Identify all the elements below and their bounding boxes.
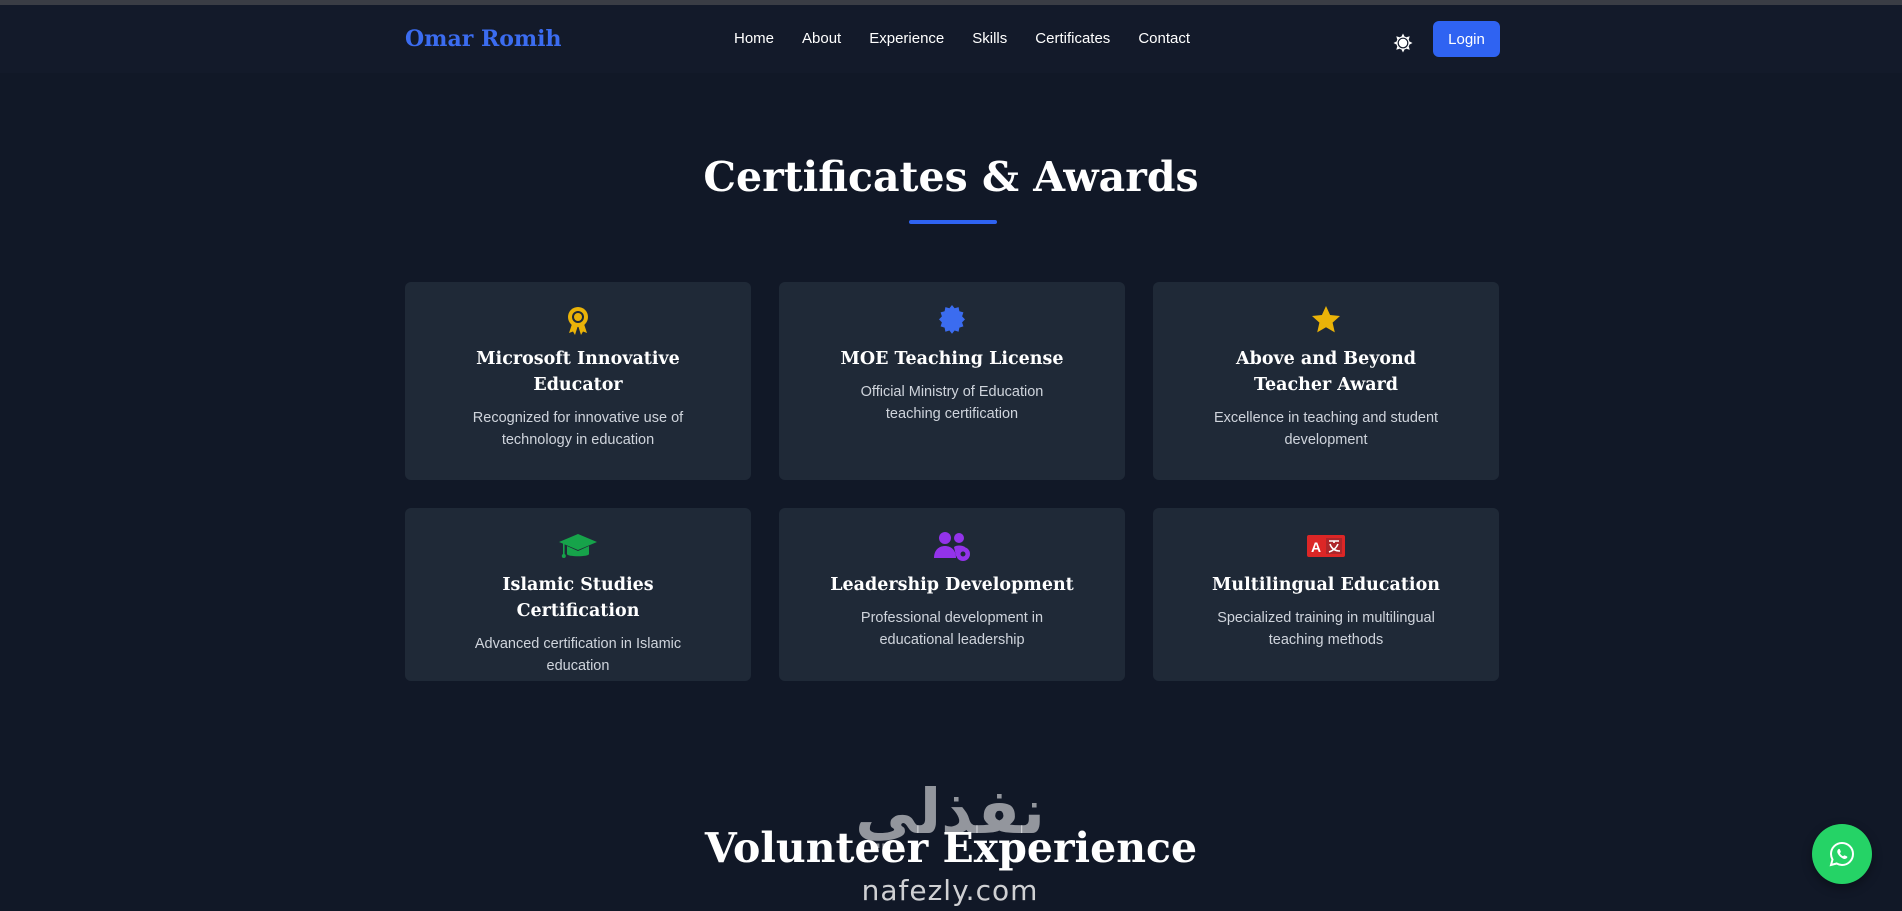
nav-link-home[interactable]: Home xyxy=(734,30,774,47)
whatsapp-icon xyxy=(1829,841,1855,867)
navbar: Omar Romih Home About Experience Skills … xyxy=(0,5,1902,73)
certificates-section-title: Certificates & Awards xyxy=(703,153,1199,201)
certificate-icon xyxy=(939,305,965,334)
card-description: Recognized for innovative use of technol… xyxy=(472,410,684,448)
star-icon xyxy=(1312,306,1340,333)
brand-logo[interactable]: Omar Romih xyxy=(405,26,562,52)
graduation-cap-icon xyxy=(559,534,597,558)
nav-link-contact[interactable]: Contact xyxy=(1138,30,1190,47)
login-button[interactable]: Login xyxy=(1433,21,1500,57)
card-description: Professional development in educational … xyxy=(860,610,1044,648)
language-icon: A xyxy=(1307,535,1345,557)
card-description: Specialized training in multilingual tea… xyxy=(1217,610,1435,648)
certificate-card[interactable]: MOE Teaching License Official Ministry o… xyxy=(779,282,1125,480)
certificate-card[interactable]: A Multilingual Education Specialized tra… xyxy=(1153,508,1499,681)
card-title: Multilingual Education xyxy=(1212,575,1440,595)
certificate-card[interactable]: Microsoft Innovative Educator Recognized… xyxy=(405,282,751,480)
card-title: MOE Teaching License xyxy=(840,349,1064,369)
nav-link-certificates[interactable]: Certificates xyxy=(1035,30,1110,47)
card-title: Leadership Development xyxy=(830,575,1074,595)
card-title: Islamic Studies Certification xyxy=(502,575,654,621)
watermark-latin: nafezly.com xyxy=(861,874,1039,907)
title-underline xyxy=(909,220,997,224)
nav-link-skills[interactable]: Skills xyxy=(972,30,1007,47)
card-description: Official Ministry of Education teaching … xyxy=(860,384,1044,422)
svg-text:A: A xyxy=(1311,539,1321,555)
nav-links: Home About Experience Skills Certificate… xyxy=(734,30,1190,47)
card-description: Advanced certification in Islamic educat… xyxy=(474,636,682,674)
sun-icon[interactable] xyxy=(1393,33,1413,53)
certificate-card[interactable]: Leadership Development Professional deve… xyxy=(779,508,1125,681)
users-cog-icon xyxy=(934,532,970,561)
award-icon xyxy=(568,307,588,335)
card-title: Above and Beyond Teacher Award xyxy=(1236,349,1416,395)
card-title: Microsoft Innovative Educator xyxy=(476,349,680,395)
whatsapp-button[interactable] xyxy=(1812,824,1872,884)
certificates-grid: Microsoft Innovative Educator Recognized… xyxy=(405,282,1500,681)
card-description: Excellence in teaching and student devel… xyxy=(1213,410,1439,448)
certificate-card[interactable]: Islamic Studies Certification Advanced c… xyxy=(405,508,751,681)
nav-link-experience[interactable]: Experience xyxy=(869,30,944,47)
watermark-arabic: نفذلي xyxy=(855,775,1045,848)
nav-link-about[interactable]: About xyxy=(802,30,841,47)
certificate-card[interactable]: Above and Beyond Teacher Award Excellenc… xyxy=(1153,282,1499,480)
